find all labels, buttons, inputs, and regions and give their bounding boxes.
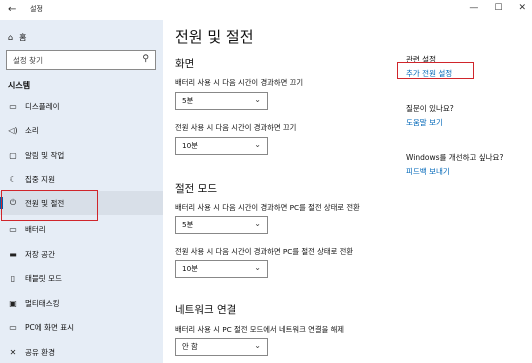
- storage-icon: ▬: [9, 249, 17, 259]
- notification-icon: ▢: [9, 150, 17, 160]
- chevron-down-icon: ⌄: [254, 341, 261, 350]
- sidebar-section-label: 시스템: [8, 81, 31, 90]
- multitask-icon: ▣: [9, 298, 17, 308]
- screen-battery-label: 배터리 사용 시 다음 시간이 경과하면 끄기: [175, 78, 304, 87]
- share-icon: ✕: [9, 347, 17, 357]
- sidebar-item-sound[interactable]: ◁) 소리: [0, 118, 163, 142]
- moon-icon: ☾: [9, 174, 17, 184]
- sleep-battery-label: 배터리 사용 시 다음 시간이 경과하면 PC를 절전 상태로 전환: [175, 203, 360, 212]
- maximize-button[interactable]: ☐: [494, 3, 502, 13]
- sidebar-item-storage[interactable]: ▬ 저장 공간: [0, 242, 163, 266]
- minimize-button[interactable]: —: [469, 3, 478, 13]
- sleep-battery-dropdown[interactable]: 5분 ⌄: [175, 216, 268, 234]
- screen-plugged-dropdown[interactable]: 10분 ⌄: [175, 137, 268, 155]
- window-title: 설정: [30, 5, 43, 13]
- sidebar-item-label: 공유 환경: [25, 347, 55, 357]
- screen-plugged-label: 전원 사용 시 다음 시간이 경과하면 끄기: [175, 123, 297, 132]
- dropdown-value: 10분: [182, 141, 198, 150]
- sidebar-item-label: 태블릿 모드: [25, 273, 62, 283]
- sidebar-item-label: PC에 화면 표시: [25, 322, 75, 332]
- dropdown-value: 10분: [182, 264, 198, 273]
- chevron-down-icon: ⌄: [254, 95, 261, 104]
- sidebar-item-shared-experiences[interactable]: ✕ 공유 환경: [0, 340, 163, 363]
- chevron-down-icon: ⌄: [254, 263, 261, 272]
- network-dropdown[interactable]: 안 함 ⌄: [175, 338, 268, 356]
- sidebar-item-label: 소리: [25, 125, 39, 135]
- chevron-down-icon: ⌄: [254, 140, 261, 149]
- screen-battery-dropdown[interactable]: 5분 ⌄: [175, 92, 268, 110]
- search-input[interactable]: 설정 찾기 ⚲: [6, 50, 156, 70]
- sidebar-item-notifications[interactable]: ▢ 알림 및 작업: [0, 143, 163, 167]
- dropdown-value: 5분: [182, 220, 194, 229]
- back-arrow-icon[interactable]: ←: [8, 4, 16, 15]
- sidebar-item-label: 집중 지원: [25, 174, 55, 184]
- get-help-link[interactable]: 도움말 보기: [406, 117, 443, 128]
- battery-icon: ▭: [9, 224, 17, 234]
- home-icon: ⌂: [8, 33, 14, 42]
- sidebar-item-focus-assist[interactable]: ☾ 집중 지원: [0, 167, 163, 191]
- title-bar: ← 설정 — ☐ ✕: [0, 0, 532, 20]
- improve-heading: Windows를 개선하고 싶나요?: [406, 153, 504, 162]
- window-controls: — ☐ ✕: [469, 3, 526, 13]
- sidebar-item-tablet-mode[interactable]: ▯ 태블릿 모드: [0, 266, 163, 290]
- speaker-icon: ◁): [8, 125, 18, 135]
- chevron-down-icon: ⌄: [254, 219, 261, 228]
- question-heading: 질문이 있나요?: [406, 104, 454, 113]
- project-icon: ▭: [9, 322, 17, 332]
- page-title: 전원 및 절전: [175, 28, 254, 46]
- sidebar-item-projecting[interactable]: ▭ PC에 화면 표시: [0, 315, 163, 339]
- sidebar-item-label: 디스플레이: [25, 101, 60, 111]
- close-button[interactable]: ✕: [518, 3, 526, 13]
- tablet-icon: ▯: [10, 273, 16, 283]
- dropdown-value: 5분: [182, 96, 194, 105]
- monitor-icon: ▭: [9, 101, 17, 111]
- highlight-box-related-link: [397, 62, 474, 79]
- search-placeholder: 설정 찾기: [13, 56, 43, 65]
- home-link[interactable]: ⌂ 홈: [8, 32, 26, 43]
- home-label: 홈: [19, 33, 27, 42]
- sidebar-item-display[interactable]: ▭ 디스플레이: [0, 94, 163, 118]
- sidebar-item-label: 알림 및 작업: [25, 150, 65, 160]
- dropdown-value: 안 함: [182, 342, 198, 351]
- sleep-heading: 절전 모드: [175, 183, 217, 195]
- sidebar-item-label: 저장 공간: [25, 249, 55, 259]
- sleep-plugged-label: 전원 사용 시 다음 시간이 경과하면 PC를 절전 상태로 전환: [175, 247, 354, 256]
- network-label: 배터리 사용 시 PC 절전 모드에서 네트워크 연결을 해제: [175, 325, 345, 334]
- sidebar-item-multitasking[interactable]: ▣ 멀티태스킹: [0, 291, 163, 315]
- sleep-plugged-dropdown[interactable]: 10분 ⌄: [175, 260, 268, 278]
- sidebar-item-label: 배터리: [25, 224, 46, 234]
- screen-heading: 화면: [175, 58, 195, 70]
- search-icon: ⚲: [142, 54, 149, 64]
- feedback-link[interactable]: 피드백 보내기: [406, 166, 450, 177]
- highlight-box-sidebar: [1, 190, 98, 221]
- sidebar-item-label: 멀티태스킹: [25, 298, 60, 308]
- network-heading: 네트워크 연결: [175, 304, 237, 316]
